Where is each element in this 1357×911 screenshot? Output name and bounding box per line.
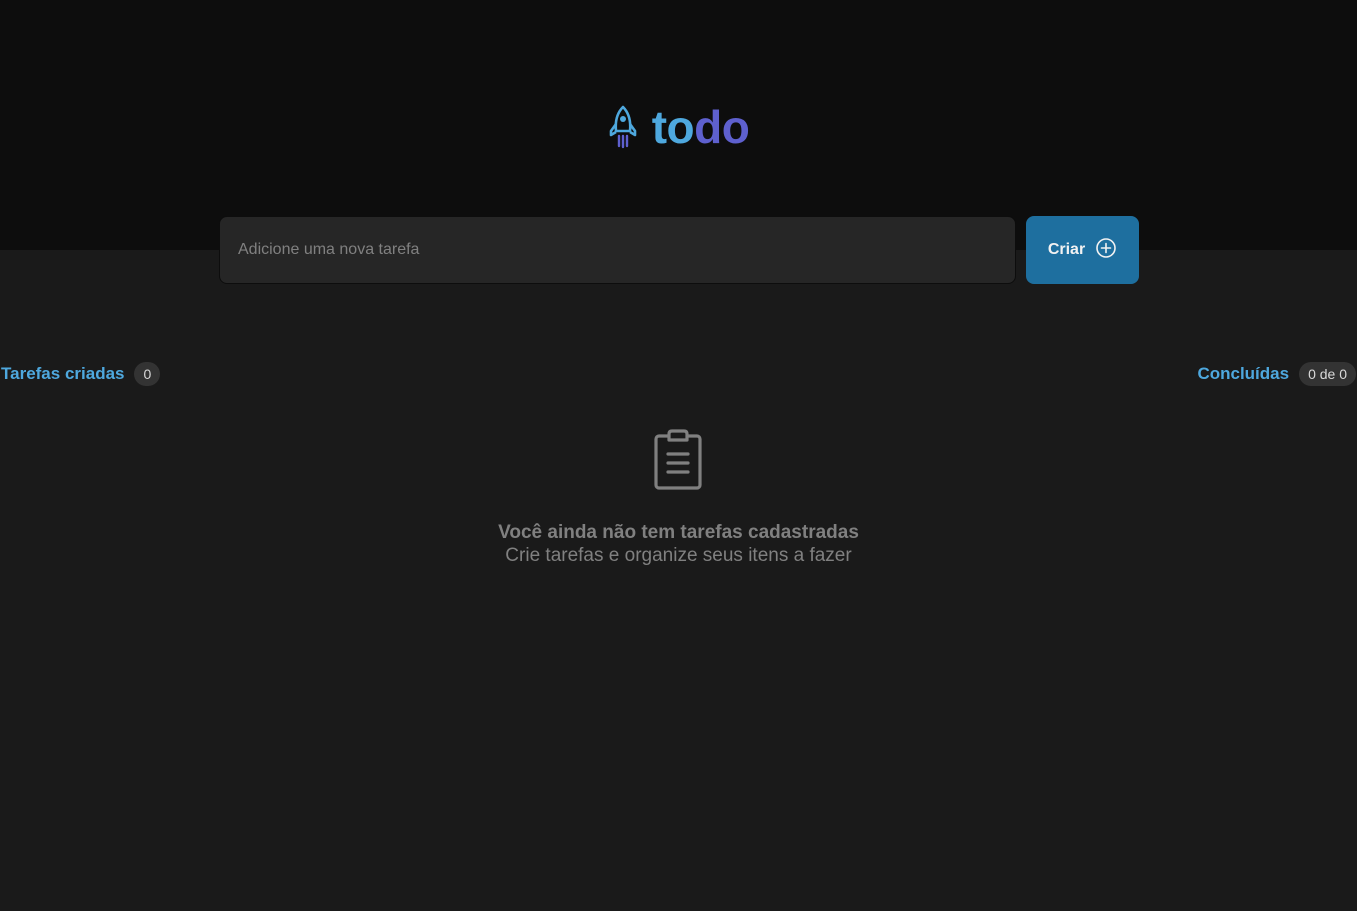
logo-text: todo [652, 100, 750, 154]
header: todo [0, 0, 1357, 250]
clipboard-icon [651, 428, 707, 495]
plus-circle-icon [1095, 237, 1117, 264]
empty-state-subtitle: Crie tarefas e organize seus itens a faz… [505, 545, 852, 566]
new-task-input[interactable] [219, 216, 1016, 284]
create-button-label: Criar [1047, 241, 1086, 258]
create-button[interactable]: Criar [1026, 216, 1139, 284]
created-tasks-counter: 0 [134, 362, 161, 386]
new-task-form: Criar [219, 216, 1139, 284]
created-tasks-info: Tarefas criadas 0 [1, 362, 161, 386]
empty-state-title: Você ainda não tem tarefas cadastradas [498, 522, 859, 543]
completed-tasks-info: Concluídas 0 de 0 [1197, 362, 1356, 386]
logo-text-to: to [651, 101, 695, 153]
rocket-icon [608, 104, 638, 150]
logo-text-do: do [694, 101, 750, 153]
completed-tasks-counter: 0 de 0 [1299, 362, 1356, 386]
empty-state: Você ainda não tem tarefas cadastradas C… [0, 428, 1357, 567]
created-tasks-label: Tarefas criadas [1, 364, 125, 383]
app-logo: todo [0, 100, 1357, 154]
task-stats: Tarefas criadas 0 Concluídas 0 de 0 [0, 362, 1357, 388]
completed-tasks-label: Concluídas [1197, 364, 1290, 383]
